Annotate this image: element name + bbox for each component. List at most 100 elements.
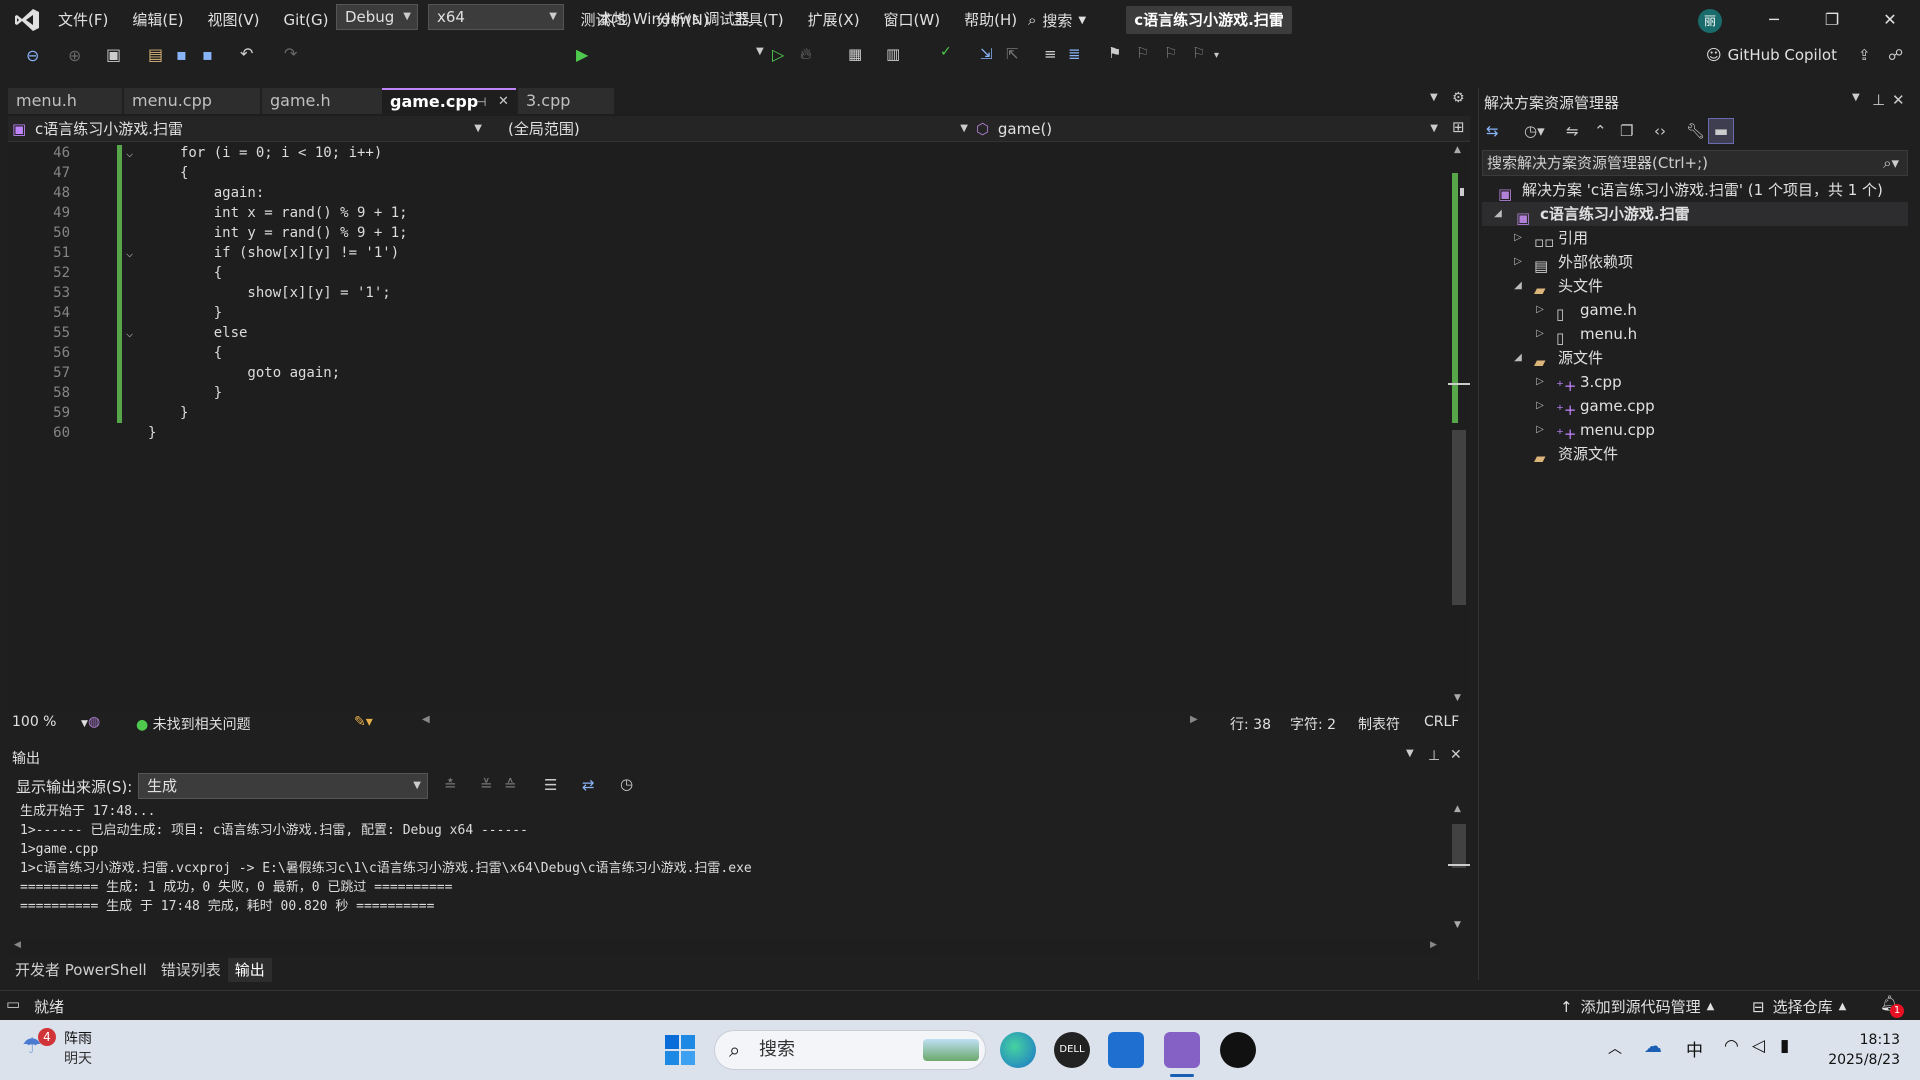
scroll-up-icon[interactable]: ▲	[1454, 145, 1461, 155]
select-repo-button[interactable]: ⊟ 选择仓库 ▲	[1752, 996, 1846, 1017]
switch-views-icon[interactable]: ⇋	[1566, 122, 1579, 140]
scroll-right-icon[interactable]: ▶	[1190, 714, 1198, 725]
platform-select[interactable]: x64 ▼	[428, 4, 564, 30]
menu-edit[interactable]: 编辑(E)	[120, 0, 195, 40]
step-into-icon[interactable]: ⇲	[980, 45, 993, 63]
tree-file-3-cpp[interactable]: ▷ ⁺+ 3.cpp	[1482, 370, 1908, 395]
scroll-left-icon[interactable]: ◀	[422, 714, 430, 725]
menu-help[interactable]: 帮助(H)	[952, 0, 1029, 40]
collapsed-icon[interactable]: ▷	[1534, 298, 1546, 322]
editor-scroll-thumb[interactable]	[1452, 430, 1466, 605]
collapsed-icon[interactable]: ▷	[1534, 418, 1546, 442]
collapse-icon[interactable]: ⌵	[126, 323, 133, 343]
collapsed-icon[interactable]: ▷	[1534, 322, 1546, 346]
redo-icon[interactable]: ↷	[284, 44, 297, 63]
tree-project[interactable]: ◢ ▣ c语言练习小游戏.扫雷	[1482, 202, 1908, 227]
taskbar-search[interactable]: ⌕ 搜索	[714, 1030, 986, 1070]
project-scope-dropdown[interactable]: ▣ c语言练习小游戏.扫雷 ▼	[12, 119, 488, 139]
prev-message-icon[interactable]: ≚	[480, 776, 493, 794]
start-button[interactable]	[664, 1034, 696, 1066]
store-app-icon[interactable]	[1108, 1032, 1144, 1068]
dell-app-icon[interactable]: DELL	[1054, 1032, 1090, 1068]
tab-list-icon[interactable]: ▼	[1430, 92, 1438, 103]
tree-file-game-cpp[interactable]: ▷ ⁺+ game.cpp	[1482, 394, 1908, 419]
system-clock[interactable]: 18:13 2025/8/23	[1828, 1030, 1900, 1070]
char-indicator[interactable]: 字符: 2	[1290, 714, 1336, 734]
volume-icon[interactable]: ◁	[1752, 1036, 1765, 1056]
output-vertical-scrollbar[interactable]: ▲ ▼	[1448, 802, 1470, 936]
hot-reload-icon[interactable]: 🔥︎	[800, 44, 812, 64]
share-icon[interactable]: ⇪	[1858, 46, 1871, 64]
wifi-icon[interactable]: ◠	[1724, 1036, 1739, 1056]
pin-icon[interactable]: ⊥	[1428, 748, 1440, 764]
tab-game-cpp[interactable]: game.cpp ⊣ ✕	[382, 88, 516, 114]
visual-studio-app-icon[interactable]	[1164, 1032, 1200, 1068]
uncomment-icon[interactable]: ≣	[1068, 45, 1081, 63]
collapsed-icon[interactable]: ▷	[1512, 250, 1524, 274]
solution-explorer-search[interactable]: 搜索解决方案资源管理器(Ctrl+;) ⌕▾	[1482, 150, 1908, 176]
next-bookmark-icon[interactable]: ⚐	[1164, 44, 1177, 62]
step-over-icon[interactable]: ⇱	[1006, 45, 1019, 63]
output-window-icon[interactable]: ▭	[6, 995, 20, 1013]
clock-icon[interactable]: ◷	[620, 775, 633, 793]
browse-folder-icon[interactable]: ▦	[848, 45, 862, 63]
scroll-left-icon[interactable]: ◀	[14, 940, 21, 950]
code-editor[interactable]: 46 ⌵ for (i = 0; i < 10; i++) 47 { 48 again…	[8, 143, 1448, 708]
output-horizontal-scrollbar[interactable]: ◀ ▶	[8, 938, 1440, 956]
start-debugging-icon[interactable]: ▶	[576, 45, 588, 64]
pin-icon[interactable]: ⊥	[1872, 91, 1885, 109]
member-scope-dropdown[interactable]: ⬡ game() ▼	[976, 119, 1444, 139]
scroll-up-icon[interactable]: ▲	[1454, 804, 1461, 814]
start-without-debugging-icon[interactable]: ▷	[772, 45, 784, 64]
tree-references[interactable]: ▷ ▫▫ 引用	[1482, 226, 1908, 251]
tree-file-game-h[interactable]: ▷ ▯ game.h	[1482, 298, 1908, 323]
tree-header-files[interactable]: ◢ ▰ 头文件	[1482, 274, 1908, 299]
qq-app-icon[interactable]	[1220, 1032, 1256, 1068]
expanded-icon[interactable]: ◢	[1512, 346, 1524, 370]
indent-indicator[interactable]: 制表符	[1358, 714, 1400, 734]
tree-file-menu-cpp[interactable]: ▷ ⁺+ menu.cpp	[1482, 418, 1908, 443]
global-search-button[interactable]: ⌕ 搜索 ▼	[1028, 8, 1086, 32]
eol-indicator[interactable]: CRLF	[1424, 714, 1459, 730]
onedrive-icon[interactable]: ☁	[1644, 1036, 1662, 1057]
scroll-right-icon[interactable]: ▶	[1430, 940, 1437, 950]
toolbar-overflow-icon[interactable]: ▾	[1214, 50, 1219, 61]
intellicode-icon[interactable]: ◍	[88, 714, 100, 730]
menu-view[interactable]: 视图(V)	[196, 0, 272, 40]
collapsed-icon[interactable]: ▷	[1512, 226, 1524, 250]
word-wrap-icon[interactable]: ⇄	[582, 776, 595, 794]
prev-bookmark-icon[interactable]: ⚐	[1136, 44, 1149, 62]
close-window-button[interactable]: ✕	[1862, 0, 1918, 40]
notifications-button[interactable]: 🔔︎ 1	[1880, 994, 1904, 1018]
chevron-down-icon[interactable]: ▼	[1406, 748, 1414, 759]
open-file-icon[interactable]: ▤	[148, 45, 163, 64]
add-source-control-button[interactable]: ↑ 添加到源代码管理 ▲	[1560, 996, 1714, 1017]
start-debugging-button[interactable]: 本地 Windows 调试器	[598, 8, 750, 29]
view-code-icon[interactable]: ‹›	[1654, 122, 1666, 140]
configuration-select[interactable]: Debug ▼	[336, 4, 418, 30]
menu-file[interactable]: 文件(F)	[46, 0, 120, 40]
chevron-up-icon[interactable]: ︿	[1608, 1038, 1622, 1058]
tab-developer-powershell[interactable]: 开发者 PowerShell	[8, 958, 154, 982]
battery-icon[interactable]: ▮	[1780, 1036, 1789, 1056]
split-editor-icon[interactable]: ⊞	[1452, 118, 1465, 136]
save-icon[interactable]: ▪	[176, 45, 187, 64]
output-source-select[interactable]: 生成 ▼	[138, 773, 428, 799]
type-scope-dropdown[interactable]: (全局范围) ▼	[508, 119, 974, 139]
collapse-icon[interactable]: ⌵	[126, 143, 133, 163]
tree-resource-files[interactable]: ▰ 资源文件	[1482, 442, 1908, 467]
account-avatar[interactable]: 丽	[1698, 9, 1722, 33]
tab-game-h[interactable]: game.h	[262, 88, 388, 114]
spell-check-icon[interactable]: ✓	[940, 44, 952, 60]
github-copilot-button[interactable]: ☺ GitHub Copilot	[1706, 46, 1837, 64]
navigate-back-icon[interactable]: ⊖	[26, 46, 39, 65]
tab-menu-h[interactable]: menu.h	[8, 88, 122, 114]
line-indicator[interactable]: 行: 38	[1230, 714, 1271, 734]
sync-icon[interactable]: ⇆	[1486, 122, 1499, 140]
output-text[interactable]: 生成开始于 17:48... 1>------ 已启动生成: 项目: c语言练习…	[20, 802, 1440, 936]
bookmark-icon[interactable]: ⚑	[1108, 44, 1121, 62]
chevron-down-icon[interactable]: ▼	[756, 46, 764, 57]
zoom-select[interactable]: 100 % ▼	[12, 714, 88, 730]
undo-icon[interactable]: ↶	[240, 44, 253, 63]
expanded-icon[interactable]: ◢	[1512, 274, 1524, 298]
